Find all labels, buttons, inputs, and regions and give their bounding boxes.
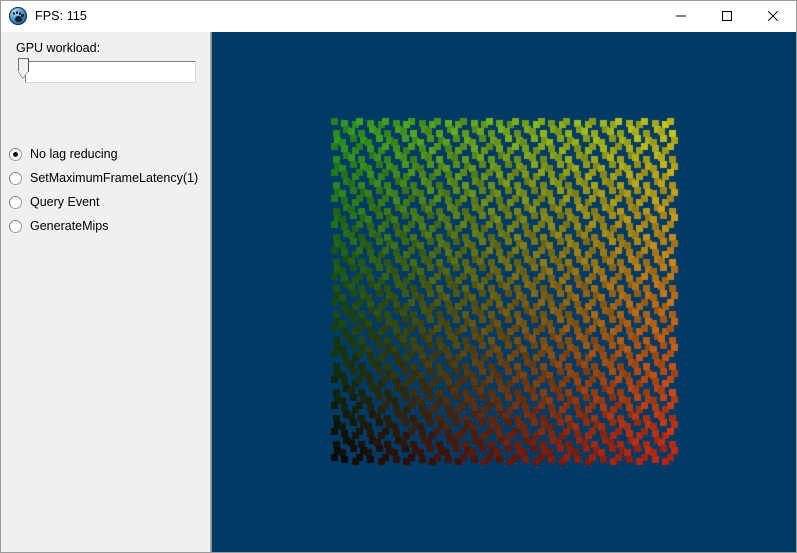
gpu-workload-label: GPU workload: xyxy=(16,41,101,55)
window-body: GPU workload: No lag reducing SetMaximum… xyxy=(1,32,796,552)
paw-sphere-icon xyxy=(9,7,27,25)
radio-indicator-icon xyxy=(9,195,22,209)
radio-label: No lag reducing xyxy=(30,147,118,161)
d3d-render-canvas[interactable] xyxy=(212,32,796,552)
application-window: FPS: 115 GPU workload: No lag reducing S… xyxy=(0,0,797,553)
close-icon xyxy=(767,10,779,22)
radio-label: Query Event xyxy=(30,195,100,209)
lag-mode-radio-group: No lag reducing SetMaximumFrameLatency(1… xyxy=(9,142,204,238)
window-title: FPS: 115 xyxy=(35,9,87,23)
maximize-button[interactable] xyxy=(704,1,750,31)
radio-label: SetMaximumFrameLatency(1) xyxy=(30,171,199,185)
render-viewport[interactable] xyxy=(212,32,796,552)
radio-option-generatemips[interactable]: GenerateMips xyxy=(9,214,204,238)
radio-option-setmaximumframelatency[interactable]: SetMaximumFrameLatency(1) xyxy=(9,166,204,190)
minimize-button[interactable] xyxy=(658,1,704,31)
radio-indicator-icon xyxy=(9,219,22,233)
radio-indicator-icon xyxy=(9,147,22,161)
gpu-workload-slider[interactable] xyxy=(18,58,196,88)
maximize-icon xyxy=(722,11,732,21)
close-button[interactable] xyxy=(750,1,796,31)
radio-label: GenerateMips xyxy=(30,219,109,233)
radio-option-no-lag-reducing[interactable]: No lag reducing xyxy=(9,142,204,166)
slider-track[interactable] xyxy=(25,61,196,83)
slider-thumb[interactable] xyxy=(18,58,29,79)
minimize-icon xyxy=(676,15,686,17)
control-panel: GPU workload: No lag reducing SetMaximum… xyxy=(1,32,210,552)
window-controls xyxy=(658,1,796,31)
radio-option-query-event[interactable]: Query Event xyxy=(9,190,204,214)
radio-indicator-icon xyxy=(9,171,22,185)
title-bar[interactable]: FPS: 115 xyxy=(1,1,796,32)
